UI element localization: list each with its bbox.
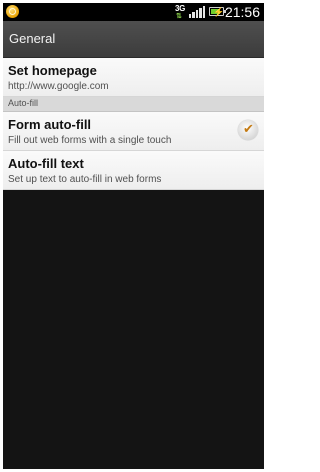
set-homepage-label: Set homepage [8,63,97,78]
app-notification-icon[interactable] [6,5,19,18]
settings-list: Set homepage http://www.google.com Auto-… [3,58,264,190]
network-activity-icon: ⇅ [176,13,182,20]
form-autofill-label: Form auto-fill [8,117,92,132]
status-bar: 3G ⇅ ⚡ 21:56 [3,3,264,21]
autofill-section-header: Auto-fill [3,97,264,112]
page-title: General [9,31,56,46]
signal-bar [192,12,195,18]
signal-bar [199,8,202,18]
status-clock: 21:56 [224,4,260,20]
autofill-text-label: Auto-fill text [8,156,84,171]
charging-icon: ⚡ [213,7,225,17]
signal-strength-icon [189,6,206,18]
phone-screen: 3G ⇅ ⚡ 21:56 General Set homepage http:/… [3,3,264,469]
form-autofill-item[interactable]: Form auto-fill Fill out web forms with a… [3,112,264,151]
checkmark-icon: ✔ [243,122,254,137]
autofill-section-label: Auto-fill [8,98,39,108]
set-homepage-item[interactable]: Set homepage http://www.google.com [3,58,264,97]
set-homepage-summary: http://www.google.com [8,81,109,92]
signal-bar [189,14,192,18]
autofill-text-summary: Set up text to auto-fill in web forms [8,174,162,185]
autofill-text-item[interactable]: Auto-fill text Set up text to auto-fill … [3,151,264,190]
form-autofill-summary: Fill out web forms with a single touch [8,135,172,146]
title-bar: General [3,21,264,58]
signal-bar [202,6,206,18]
signal-bar [195,10,199,18]
form-autofill-checkbox[interactable]: ✔ [238,120,258,140]
battery-icon: ⚡ [209,7,226,17]
